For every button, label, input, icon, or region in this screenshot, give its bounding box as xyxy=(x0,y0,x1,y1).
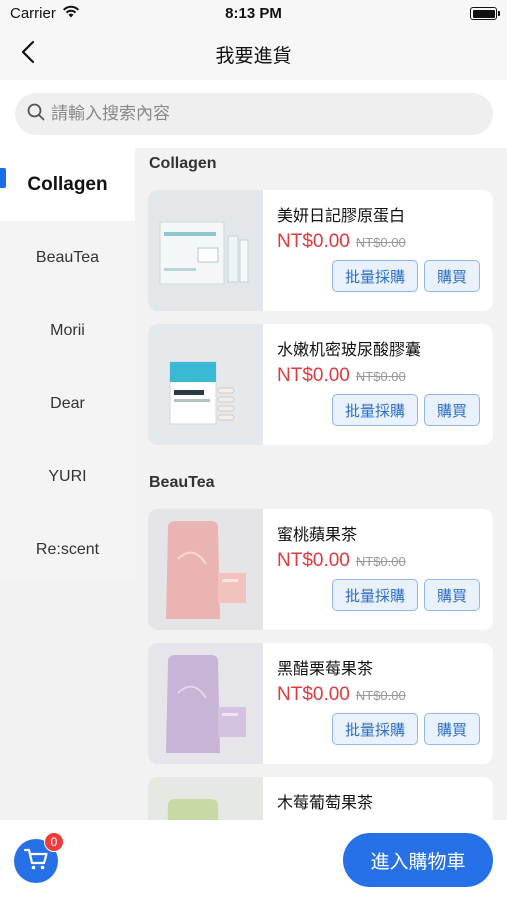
sidebar-item-beautea[interactable]: BeauTea xyxy=(0,221,135,294)
sidebar-item-dear[interactable]: Dear xyxy=(0,367,135,440)
search-icon xyxy=(27,103,45,126)
search-input[interactable] xyxy=(51,104,451,124)
buy-button[interactable]: 購買 xyxy=(424,579,480,611)
product-card[interactable]: 木莓葡萄果茶 xyxy=(148,777,493,820)
buy-button[interactable]: 購買 xyxy=(424,713,480,745)
buy-button[interactable]: 購買 xyxy=(424,394,480,426)
product-image xyxy=(148,643,263,764)
price-row: NT$0.00 NT$0.00 xyxy=(277,231,406,253)
product-card[interactable]: 黑醋栗莓果茶 NT$0.00 NT$0.00 批量採購 購買 xyxy=(148,643,493,764)
bulk-purchase-button[interactable]: 批量採購 xyxy=(332,579,418,611)
battery-icon xyxy=(470,7,500,20)
bulk-purchase-button[interactable]: 批量採購 xyxy=(332,394,418,426)
product-price: NT$0.00 xyxy=(277,365,350,386)
sidebar-item-label: Dear xyxy=(50,394,85,412)
search-area xyxy=(0,80,507,148)
product-card[interactable]: 蜜桃蘋果茶 NT$0.00 NT$0.00 批量採購 購買 xyxy=(148,509,493,630)
sidebar-item-label: Re:scent xyxy=(35,540,100,558)
search-box[interactable] xyxy=(15,93,493,135)
price-row: NT$0.00 NT$0.00 xyxy=(277,550,406,572)
category-sidebar: Collagen BeauTea Morii Dear YURI Re:scen… xyxy=(0,148,135,580)
product-name: 黑醋栗莓果茶 xyxy=(277,661,374,678)
product-name: 美妍日記膠原蛋白 xyxy=(277,208,406,225)
sidebar-item-label: Morii xyxy=(50,321,85,339)
bulk-purchase-button[interactable]: 批量採購 xyxy=(332,713,418,745)
product-price: NT$0.00 xyxy=(277,684,350,705)
product-image xyxy=(148,190,263,311)
buy-button[interactable]: 購買 xyxy=(424,260,480,292)
section-title: BeauTea xyxy=(149,474,215,491)
product-name: 水嫩机密玻尿酸膠囊 xyxy=(277,342,422,359)
sidebar-item-label: YURI xyxy=(48,467,87,485)
product-original-price: NT$0.00 xyxy=(355,369,406,384)
product-image xyxy=(148,777,263,820)
product-name: 蜜桃蘋果茶 xyxy=(277,527,358,544)
sidebar-item-yuri[interactable]: YURI xyxy=(0,440,135,513)
product-card[interactable]: 水嫩机密玻尿酸膠囊 NT$0.00 NT$0.00 批量採購 購買 xyxy=(148,324,493,445)
product-card[interactable]: 美妍日記膠原蛋白 NT$0.00 NT$0.00 批量採購 購買 xyxy=(148,190,493,311)
nav-bar: 我要進貨 xyxy=(0,28,507,80)
page-title: 我要進貨 xyxy=(215,46,292,67)
product-price: NT$0.00 xyxy=(277,550,350,571)
sidebar-item-label: BeauTea xyxy=(35,248,100,266)
section-title: Collagen xyxy=(149,155,217,172)
product-image xyxy=(148,324,263,445)
sidebar-item-collagen[interactable]: Collagen xyxy=(0,148,135,221)
sidebar-item-label: Collagen xyxy=(27,173,108,195)
status-time: 8:13 PM xyxy=(225,5,282,22)
bulk-purchase-button[interactable]: 批量採購 xyxy=(332,260,418,292)
product-original-price: NT$0.00 xyxy=(355,688,406,703)
go-to-cart-button[interactable]: 進入購物車 xyxy=(343,833,493,887)
product-original-price: NT$0.00 xyxy=(355,235,406,250)
cart-icon xyxy=(23,847,49,876)
price-row: NT$0.00 NT$0.00 xyxy=(277,684,406,706)
product-name: 木莓葡萄果茶 xyxy=(277,795,374,812)
product-image xyxy=(148,509,263,630)
sidebar-item-rescent[interactable]: Re:scent xyxy=(0,513,135,586)
cart-count-badge: 0 xyxy=(44,832,64,852)
price-row: NT$0.00 NT$0.00 xyxy=(277,365,406,387)
product-list[interactable]: Collagen 美妍日記膠原蛋白 NT$0.00 NT$0.00 批量採購 購… xyxy=(135,148,507,820)
product-original-price: NT$0.00 xyxy=(355,554,406,569)
status-bar: Carrier 8:13 PM xyxy=(0,0,507,28)
bottom-bar: 0 進入購物車 xyxy=(0,820,507,900)
sidebar-item-morii[interactable]: Morii xyxy=(0,294,135,367)
product-price: NT$0.00 xyxy=(277,231,350,252)
